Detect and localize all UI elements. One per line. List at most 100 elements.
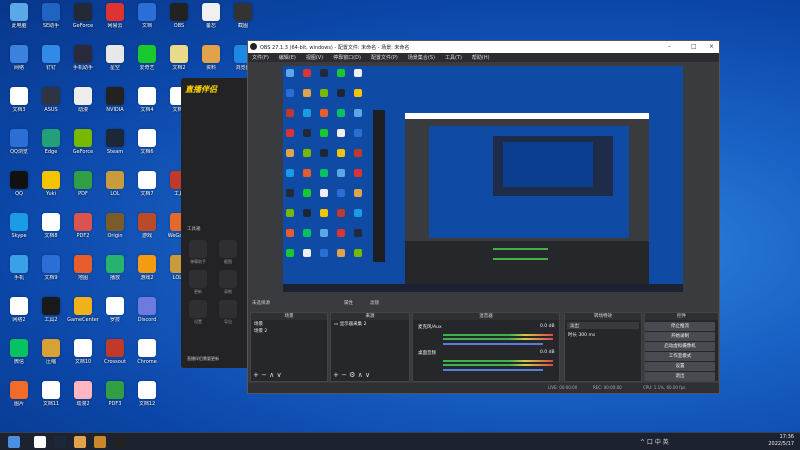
desktop-icon[interactable]: 图片 [2,380,36,416]
properties-button[interactable]: 属性 [342,300,353,308]
menu-item[interactable]: 场景集合(S) [408,54,435,61]
desktop-icon[interactable]: 钉钉 [34,44,68,80]
start-recording-button[interactable]: 开始录制 [645,332,715,341]
desktop-icon[interactable]: 手机助手 [66,44,100,80]
desktop-icon[interactable]: GeForce [66,2,100,38]
desktop-icon[interactable]: GameCenter [66,296,100,332]
filters-button[interactable]: 滤镜 [368,300,379,308]
add-scene-icon[interactable]: + − ∧ ∨ [253,371,282,379]
desktop-icon[interactable]: 文档10 [66,338,100,374]
desktop-icon[interactable]: 文档11 [34,380,68,416]
desktop-icon[interactable]: 工具2 [34,296,68,332]
desktop-icon[interactable]: 备忘 [194,2,228,38]
menu-item[interactable]: 工具(T) [445,54,462,61]
desktop-icon[interactable]: Discord [130,296,164,332]
desktop-icon[interactable]: OBS [162,2,196,38]
tool-tile[interactable] [219,240,237,258]
menu-item[interactable]: 文件(F) [252,54,269,61]
obs-window[interactable]: OBS 27.1.3 (64-bit, windows) - 配置文件: 未命名… [247,40,720,394]
settings-button[interactable]: 设置 [645,362,715,371]
desktop-icon[interactable]: 地图 [66,254,100,290]
tool-tile[interactable] [189,270,207,288]
clock[interactable]: 17:36 2022/5/17 [768,434,794,448]
desktop-icon[interactable]: Steam [98,128,132,164]
desktop-icon[interactable]: 文档2 [162,44,196,80]
desktop-icon[interactable]: LOL [98,170,132,206]
live-companion-window[interactable]: 直播伴侣 工具箱 弹幕助手 截图 更新 录制 设置 导出 直播伴侣需要更新 [181,78,247,368]
desktop-icon[interactable]: 文档 [130,2,164,38]
menu-item[interactable]: 编辑(E) [279,54,296,61]
desktop-icon[interactable]: PDF [66,170,100,206]
desktop-icon[interactable]: 文档12 [130,380,164,416]
menu-item[interactable]: 帮助(H) [472,54,490,61]
studio-mode-button[interactable]: 工作室模式 [645,352,715,361]
desktop-icon[interactable]: 文档7 [130,170,164,206]
desktop-icon[interactable]: Skype [2,212,36,248]
desktop-icon[interactable]: Edge [34,128,68,164]
desktop-icon[interactable]: 压缩 [34,338,68,374]
system-tray[interactable]: ^ 口 中 英 [640,437,669,446]
app-icon[interactable] [94,436,106,448]
start-icon[interactable] [8,436,20,448]
desktop-icon[interactable]: ASUS [34,86,68,122]
desktop-icon[interactable]: 星空 [98,44,132,80]
mic-volume-slider[interactable] [443,343,543,345]
desktop-icon[interactable]: 文档8 [34,212,68,248]
desktop-icon[interactable]: 网络 [2,44,36,80]
desktop-icon[interactable]: SE助手 [34,2,68,38]
desktop-icon[interactable]: 资料 [194,44,228,80]
desktop-icon[interactable]: 文档4 [130,86,164,122]
minimize-icon[interactable]: – [668,43,671,50]
desktop-icon[interactable]: 网络2 [2,296,36,332]
desktop-icon[interactable]: 文档9 [34,254,68,290]
exit-button[interactable]: 退出 [645,372,715,381]
close-icon[interactable]: × [709,43,714,50]
tool-tile[interactable] [189,300,207,318]
desktop-icon[interactable]: 游戏2 [130,254,164,290]
desktop-icon[interactable]: 此电脑 [2,2,36,38]
desktop-icon[interactable]: 网易云 [98,2,132,38]
stop-streaming-button[interactable]: 停止推流 [645,322,715,331]
desktop-icon[interactable]: Chrome [130,338,164,374]
tool-tile[interactable] [189,240,207,258]
desktop-icon[interactable]: Origin [98,212,132,248]
desktop-icon[interactable]: GeForce [66,128,100,164]
tool-tile[interactable] [219,270,237,288]
transition-select[interactable]: 淡出 [567,322,639,329]
desktop-icon[interactable]: 文档6 [130,128,164,164]
menu-item[interactable]: 停靠窗口(D) [333,54,361,61]
source-item[interactable]: ▭ 显示器采集 2 [331,320,409,327]
obs-taskbar-icon[interactable] [114,436,126,448]
menu-item[interactable]: 配置文件(P) [371,54,398,61]
desktop-icon[interactable]: 动漫2 [66,380,100,416]
steam-icon[interactable] [54,436,66,448]
virtual-camera-button[interactable]: 启动虚拟摄像机 [645,342,715,351]
transition-duration[interactable]: 时长 300 ms [565,331,641,338]
preview-canvas[interactable] [283,66,683,292]
desktop-icon[interactable]: NVIDIA [98,86,132,122]
scene-item[interactable]: 场景 2 [251,327,327,334]
desktop-icon[interactable]: PDF2 [66,212,100,248]
desktop-icon[interactable]: PDF3 [98,380,132,416]
chrome-icon[interactable] [34,436,46,448]
desktop-icon[interactable]: 爱奇艺 [130,44,164,80]
update-notice[interactable]: 直播伴侣需要更新 [187,356,219,362]
desktop-icon[interactable]: 游戏 [130,212,164,248]
folder-icon[interactable] [74,436,86,448]
desktop-icon[interactable]: 动漫 [66,86,100,122]
desktop-icon[interactable]: Crossout [98,338,132,374]
desktop-icon[interactable]: 手机 [2,254,36,290]
desktop-icon[interactable]: 微信 [2,338,36,374]
maximize-icon[interactable]: □ [691,43,697,50]
desktop-icon[interactable]: QQ浏览 [2,128,36,164]
desktop-icon[interactable]: 罗技 [98,296,132,332]
add-source-icon[interactable]: + − ⚙ ∧ ∨ [333,371,370,379]
desktop-icon[interactable]: 播放 [98,254,132,290]
desktop-icon[interactable]: QQ [2,170,36,206]
tool-tile[interactable] [219,300,237,318]
desktop-icon[interactable]: 截图 [226,2,260,38]
scene-item[interactable]: 场景 [251,320,327,327]
desktop-volume-slider[interactable] [443,369,543,371]
menu-item[interactable]: 视图(V) [306,54,323,61]
desktop-icon[interactable]: Yuki [34,170,68,206]
